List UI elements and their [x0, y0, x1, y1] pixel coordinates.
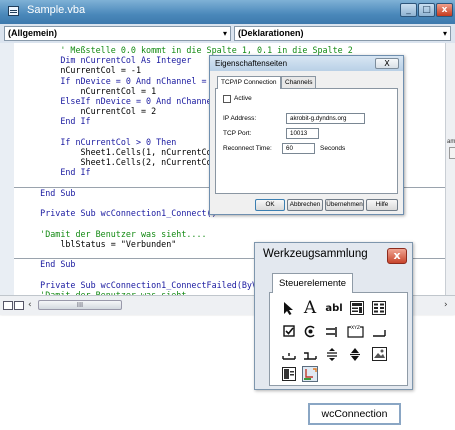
label-tool-icon[interactable]: A — [301, 298, 319, 318]
active-checkbox[interactable] — [223, 95, 231, 103]
multipage-tool-icon[interactable] — [301, 345, 319, 363]
help-button[interactable]: Hilfe — [366, 199, 398, 211]
code-line[interactable]: End If — [20, 167, 90, 177]
dialog-close-button[interactable]: X — [375, 58, 399, 69]
window-controls: _ □ x — [400, 3, 453, 17]
wcconnection-tooltip: wcConnection — [308, 403, 401, 425]
spinbutton-tool-icon[interactable] — [346, 345, 364, 363]
procedure-combo-value: (Deklarationen) — [238, 28, 304, 38]
checkbox-tool-icon[interactable] — [280, 322, 298, 340]
toolbox-title[interactable]: Werkzeugsammlung — [263, 248, 368, 260]
listbox-tool-icon[interactable] — [370, 299, 388, 317]
object-combo[interactable]: (Allgemein) ▾ — [4, 26, 231, 41]
combo-bar: (Allgemein) ▾ (Deklarationen) ▾ — [0, 24, 455, 43]
active-label: Active — [234, 95, 252, 102]
reconnect-time-label: Reconnect Time: — [223, 145, 272, 152]
code-line[interactable]: 'Damit der Benutzer was sieht.... — [20, 229, 206, 239]
optionbutton-tool-icon[interactable] — [301, 322, 319, 340]
window-title: Sample.vba — [27, 4, 86, 16]
property-pages-dialog: Eigenschaftenseiten X TCP/IP Connection … — [209, 55, 404, 215]
toolbox-panel: A abl XYZ — [269, 292, 408, 386]
tabstrip-tool-icon[interactable] — [280, 345, 298, 363]
commandbutton-tool-icon[interactable] — [370, 322, 388, 340]
tcp-port-field[interactable]: 10013 — [286, 128, 319, 139]
scroll-right-icon[interactable]: › — [444, 300, 448, 310]
side-panel-control[interactable] — [449, 147, 455, 159]
code-line[interactable]: ' Meßstelle 0.0 kommt in die Spalte 1, 0… — [20, 45, 352, 55]
refedit-tool-icon[interactable] — [280, 365, 298, 383]
toolbox-window: Werkzeugsammlung x Steuerelemente A abl … — [254, 242, 413, 390]
combobox-tool-icon[interactable] — [348, 299, 366, 317]
toolbox-close-button[interactable]: x — [387, 248, 407, 264]
code-line[interactable]: Dim nCurrentCol As Integer — [20, 55, 191, 65]
tab-steuerelemente[interactable]: Steuerelemente — [272, 273, 354, 293]
apply-button[interactable]: Übernehmen — [325, 199, 364, 211]
frame-tool-label: XYZ — [351, 325, 360, 331]
close-button[interactable]: x — [436, 3, 453, 17]
cancel-button[interactable]: Abbrechen — [287, 199, 323, 211]
chevron-down-icon[interactable]: ▾ — [443, 27, 447, 40]
pointer-tool-icon[interactable] — [280, 299, 298, 317]
tab-tcpip-connection[interactable]: TCP/IP Connection — [217, 76, 281, 89]
wcconnection-tool-icon[interactable] — [301, 365, 319, 383]
tcp-port-label: TCP Port: — [223, 130, 252, 137]
vba-module-icon — [8, 6, 19, 16]
minimize-button[interactable]: _ — [400, 3, 417, 17]
vertical-scrollbar[interactable] — [445, 43, 455, 295]
reconnect-time-unit: Seconds — [320, 145, 346, 152]
code-line[interactable]: Private Sub wcConnection1_Connect() — [20, 208, 217, 218]
reconnect-time-field[interactable]: 60 — [282, 143, 315, 154]
tab-channels[interactable]: Channels — [281, 76, 317, 88]
code-line[interactable]: End If — [20, 116, 90, 126]
module-view-icon[interactable] — [14, 301, 24, 310]
maximize-button[interactable]: □ — [418, 3, 435, 17]
side-panel-label: ame — [447, 139, 455, 145]
togglebutton-tool-icon[interactable] — [323, 322, 341, 340]
code-line[interactable]: nCurrentCol = 1 — [20, 86, 157, 96]
title-bar[interactable]: Sample.vba _ □ x — [0, 0, 455, 24]
image-tool-icon[interactable] — [370, 345, 388, 363]
frame-tool-icon[interactable]: XYZ — [346, 322, 366, 340]
code-line[interactable]: lblStatus = "Verbunden" — [20, 239, 176, 249]
object-combo-value: (Allgemein) — [8, 28, 58, 38]
code-line[interactable]: nCurrentCol = 2 — [20, 106, 157, 116]
code-line[interactable]: If nCurrentCol > 0 Then — [20, 137, 176, 147]
scroll-left-icon[interactable]: ‹ — [28, 300, 32, 310]
code-line[interactable]: End Sub — [20, 188, 75, 198]
code-line[interactable]: End Sub — [20, 259, 75, 269]
ip-address-label: IP Address: — [223, 115, 257, 122]
procedure-view-icon[interactable] — [3, 301, 13, 310]
ok-button[interactable]: OK — [255, 199, 285, 211]
ip-address-field[interactable]: akrobit-g.dyndns.org — [286, 113, 365, 124]
scrollbar-tool-icon[interactable] — [323, 345, 341, 363]
procedure-combo[interactable]: (Deklarationen) ▾ — [234, 26, 451, 41]
chevron-down-icon[interactable]: ▾ — [223, 27, 227, 40]
textbox-tool-icon[interactable]: abl — [323, 299, 345, 317]
code-line[interactable]: nCurrentCol = -1 — [20, 65, 141, 75]
horizontal-scroll-thumb[interactable]: III — [38, 300, 122, 310]
